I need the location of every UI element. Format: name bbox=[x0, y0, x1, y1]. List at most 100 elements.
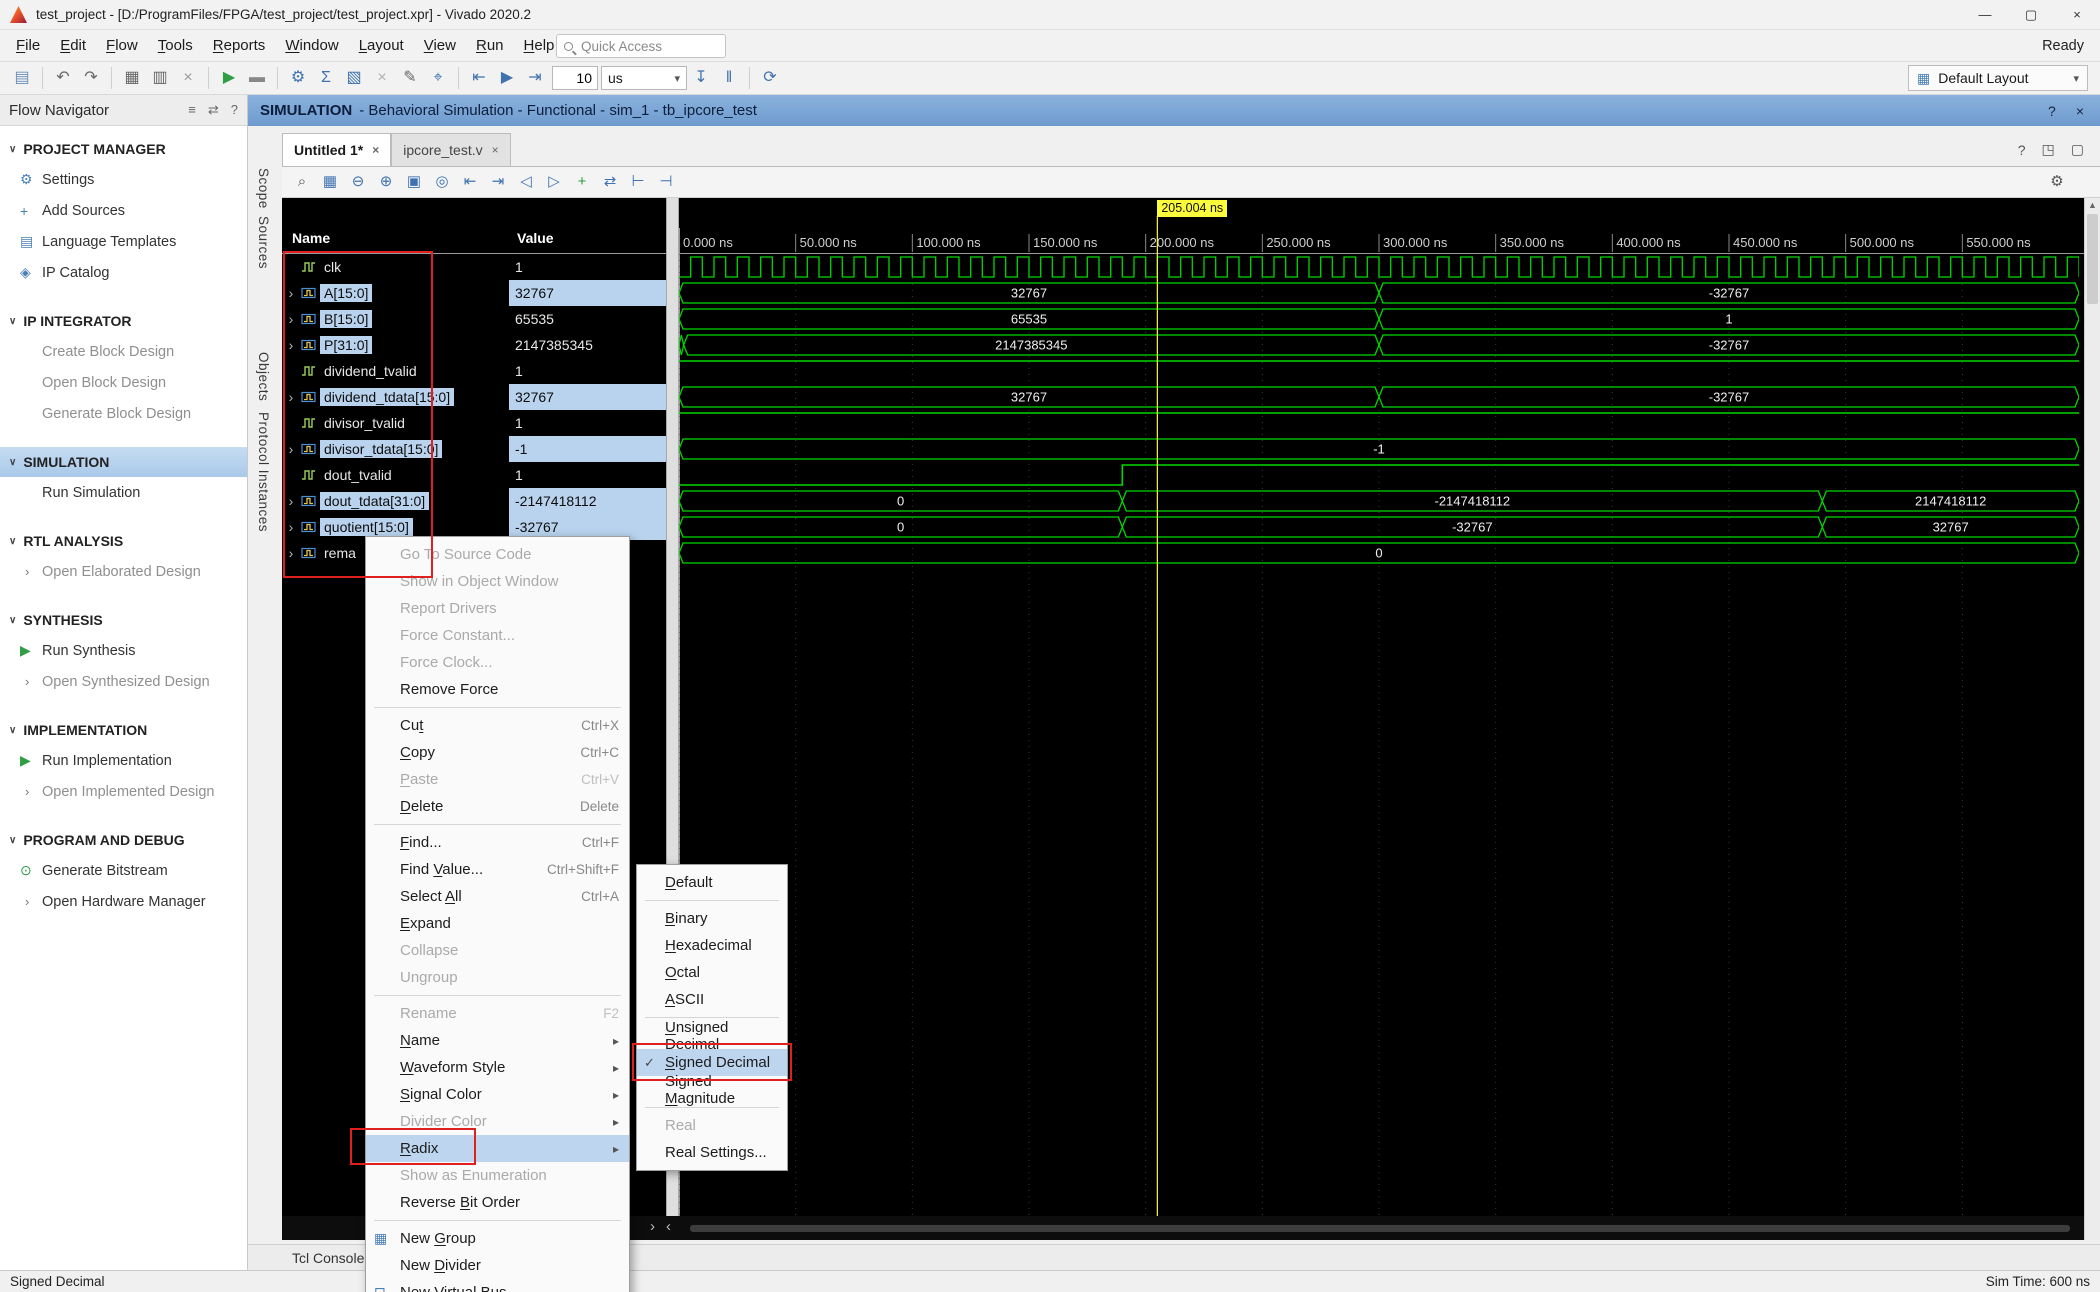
side-tab-objects[interactable]: Objects bbox=[256, 352, 271, 401]
menu-tools[interactable]: Tools bbox=[148, 30, 203, 62]
close-button[interactable]: × bbox=[2054, 0, 2100, 30]
flow-section-rtl-analysis[interactable]: ∨RTL ANALYSIS bbox=[0, 526, 247, 556]
run-all-icon[interactable]: ▶ bbox=[494, 65, 520, 91]
flow-item-create-block-design[interactable]: Create Block Design bbox=[0, 336, 247, 367]
goto-time-end-icon[interactable]: ⇥ bbox=[485, 170, 511, 194]
menu-item-octal[interactable]: Octal bbox=[637, 959, 787, 986]
flow-item-language-templates[interactable]: ▤Language Templates bbox=[0, 226, 247, 257]
probe-icon[interactable]: ⌖ bbox=[425, 65, 451, 91]
next-transition-icon[interactable]: ▷ bbox=[541, 170, 567, 194]
stop-icon[interactable]: ▬ bbox=[244, 65, 270, 91]
close-icon[interactable]: × bbox=[372, 143, 379, 157]
menu-view[interactable]: View bbox=[414, 30, 466, 62]
maximize-window-icon[interactable]: ▢ bbox=[2071, 141, 2084, 158]
flow-section-project-manager[interactable]: ∨PROJECT MANAGER bbox=[0, 134, 247, 164]
menu-file[interactable]: File bbox=[6, 30, 50, 62]
zoom-to-cursor-icon[interactable]: ◎ bbox=[429, 170, 455, 194]
menu-item-new-virtual-bus[interactable]: ⊟New Virtual Bus bbox=[366, 1279, 629, 1292]
snap-left-icon[interactable]: ⊢ bbox=[625, 170, 651, 194]
quick-access-search[interactable]: Quick Access bbox=[556, 34, 726, 58]
side-tab-protocol-instances[interactable]: Protocol Instances bbox=[256, 412, 271, 532]
time-unit-select[interactable]: us▾ bbox=[601, 66, 687, 90]
menu-reports[interactable]: Reports bbox=[203, 30, 276, 62]
menu-item-new-group[interactable]: ▦New Group bbox=[366, 1225, 629, 1252]
menu-item-binary[interactable]: Binary bbox=[637, 905, 787, 932]
flow-help-icon[interactable]: ? bbox=[231, 102, 238, 118]
side-tab-scope[interactable]: Scope bbox=[256, 168, 271, 209]
menu-item-reverse-bit-order[interactable]: Reverse Bit Order bbox=[366, 1189, 629, 1216]
run-for-icon[interactable]: ⇥ bbox=[522, 65, 548, 91]
flow-item-generate-bitstream[interactable]: ⊙Generate Bitstream bbox=[0, 855, 247, 886]
delete-icon[interactable]: × bbox=[175, 65, 201, 91]
copy-icon[interactable]: ▦ bbox=[119, 65, 145, 91]
minimize-button[interactable]: — bbox=[1962, 0, 2008, 30]
flow-item-open-synthesized-design[interactable]: ›Open Synthesized Design bbox=[0, 666, 247, 697]
float-window-icon[interactable]: ◳ bbox=[2042, 141, 2055, 158]
previous-transition-icon[interactable]: ◁ bbox=[513, 170, 539, 194]
redo-icon[interactable]: ↷ bbox=[78, 65, 104, 91]
banner-close-icon[interactable]: × bbox=[2076, 103, 2084, 119]
flow-item-open-block-design[interactable]: Open Block Design bbox=[0, 367, 247, 398]
paste-icon[interactable]: ▥ bbox=[147, 65, 173, 91]
menu-item-ascii[interactable]: ASCII bbox=[637, 986, 787, 1013]
menu-edit[interactable]: Edit bbox=[50, 30, 96, 62]
horizontal-scroll-thumb[interactable] bbox=[690, 1225, 2070, 1232]
zoom-in-icon[interactable]: ⊕ bbox=[373, 170, 399, 194]
swap-cursors-icon[interactable]: ⇄ bbox=[597, 170, 623, 194]
relaunch-icon[interactable]: ⟳ bbox=[757, 65, 783, 91]
menu-item-default[interactable]: Default bbox=[637, 869, 787, 896]
side-tab-sources[interactable]: Sources bbox=[256, 216, 271, 269]
flow-section-synthesis[interactable]: ∨SYNTHESIS bbox=[0, 605, 247, 635]
zoom-fit-icon[interactable]: ▣ bbox=[401, 170, 427, 194]
menu-item-new-divider[interactable]: New Divider bbox=[366, 1252, 629, 1279]
menu-item-expand[interactable]: Expand bbox=[366, 910, 629, 937]
flow-item-run-synthesis[interactable]: ▶Run Synthesis bbox=[0, 635, 247, 666]
goto-time-zero-icon[interactable]: ⇤ bbox=[457, 170, 483, 194]
flow-item-open-hardware-manager[interactable]: ›Open Hardware Manager bbox=[0, 886, 247, 917]
flow-section-ip-integrator[interactable]: ∨IP INTEGRATOR bbox=[0, 306, 247, 336]
run-icon[interactable]: ▶ bbox=[216, 65, 242, 91]
flow-item-ip-catalog[interactable]: ◈IP Catalog bbox=[0, 257, 247, 288]
flow-menu-icon[interactable]: ≡ bbox=[188, 102, 196, 118]
menu-layout[interactable]: Layout bbox=[349, 30, 414, 62]
help-icon[interactable]: ? bbox=[2018, 142, 2026, 158]
menu-flow[interactable]: Flow bbox=[96, 30, 148, 62]
menu-item-waveform-style[interactable]: Waveform Style▸ bbox=[366, 1054, 629, 1081]
flow-section-program-and-debug[interactable]: ∨PROGRAM AND DEBUG bbox=[0, 825, 247, 855]
settings-gear-icon[interactable]: ⚙ bbox=[285, 65, 311, 91]
vertical-scrollbar[interactable]: ▲ bbox=[2084, 198, 2100, 1240]
menu-item-copy[interactable]: CopyCtrl+C bbox=[366, 739, 629, 766]
step-icon[interactable]: ↧ bbox=[688, 65, 714, 91]
cancel-icon[interactable]: × bbox=[369, 65, 395, 91]
wave-settings-gear-icon[interactable]: ⚙ bbox=[2044, 170, 2070, 194]
flow-section-simulation[interactable]: ∨SIMULATION bbox=[0, 447, 247, 477]
flow-item-run-implementation[interactable]: ▶Run Implementation bbox=[0, 745, 247, 776]
menu-item-delete[interactable]: DeleteDelete bbox=[366, 793, 629, 820]
menu-item-hexadecimal[interactable]: Hexadecimal bbox=[637, 932, 787, 959]
report-icon[interactable]: ▧ bbox=[341, 65, 367, 91]
flow-swap-icon[interactable]: ⇄ bbox=[208, 102, 219, 118]
run-time-input[interactable] bbox=[552, 66, 598, 90]
flow-item-settings[interactable]: ⚙Settings bbox=[0, 164, 247, 195]
menu-item-signal-color[interactable]: Signal Color▸ bbox=[366, 1081, 629, 1108]
close-icon[interactable]: × bbox=[492, 143, 499, 157]
menu-item-name[interactable]: Name▸ bbox=[366, 1027, 629, 1054]
menu-item-select-all[interactable]: Select AllCtrl+A bbox=[366, 883, 629, 910]
flow-section-implementation[interactable]: ∨IMPLEMENTATION bbox=[0, 715, 247, 745]
tab-ipcore-test-v[interactable]: ipcore_test.v× bbox=[391, 133, 510, 166]
flow-item-open-elaborated-design[interactable]: ›Open Elaborated Design bbox=[0, 556, 247, 587]
snap-right-icon[interactable]: ⊣ bbox=[653, 170, 679, 194]
edit-icon[interactable]: ✎ bbox=[397, 65, 423, 91]
flow-item-generate-block-design[interactable]: Generate Block Design bbox=[0, 398, 247, 429]
vertical-scroll-thumb[interactable] bbox=[2087, 214, 2098, 304]
menu-item-remove-force[interactable]: Remove Force bbox=[366, 676, 629, 703]
layout-selector[interactable]: ▦Default Layout▾ bbox=[1908, 65, 2088, 91]
flow-item-run-simulation[interactable]: Run Simulation bbox=[0, 477, 247, 508]
menu-item-find[interactable]: Find...Ctrl+F bbox=[366, 829, 629, 856]
waveform-canvas[interactable]: 0.000 ns50.000 ns100.000 ns150.000 ns200… bbox=[679, 198, 2079, 1240]
scroll-left-icon[interactable]: ‹ bbox=[666, 1218, 671, 1235]
flow-item-add-sources[interactable]: +Add Sources bbox=[0, 195, 247, 226]
file-icon[interactable]: ▤ bbox=[9, 65, 35, 91]
menu-item-cut[interactable]: CutCtrl+X bbox=[366, 712, 629, 739]
add-marker-icon[interactable]: + bbox=[569, 170, 595, 194]
